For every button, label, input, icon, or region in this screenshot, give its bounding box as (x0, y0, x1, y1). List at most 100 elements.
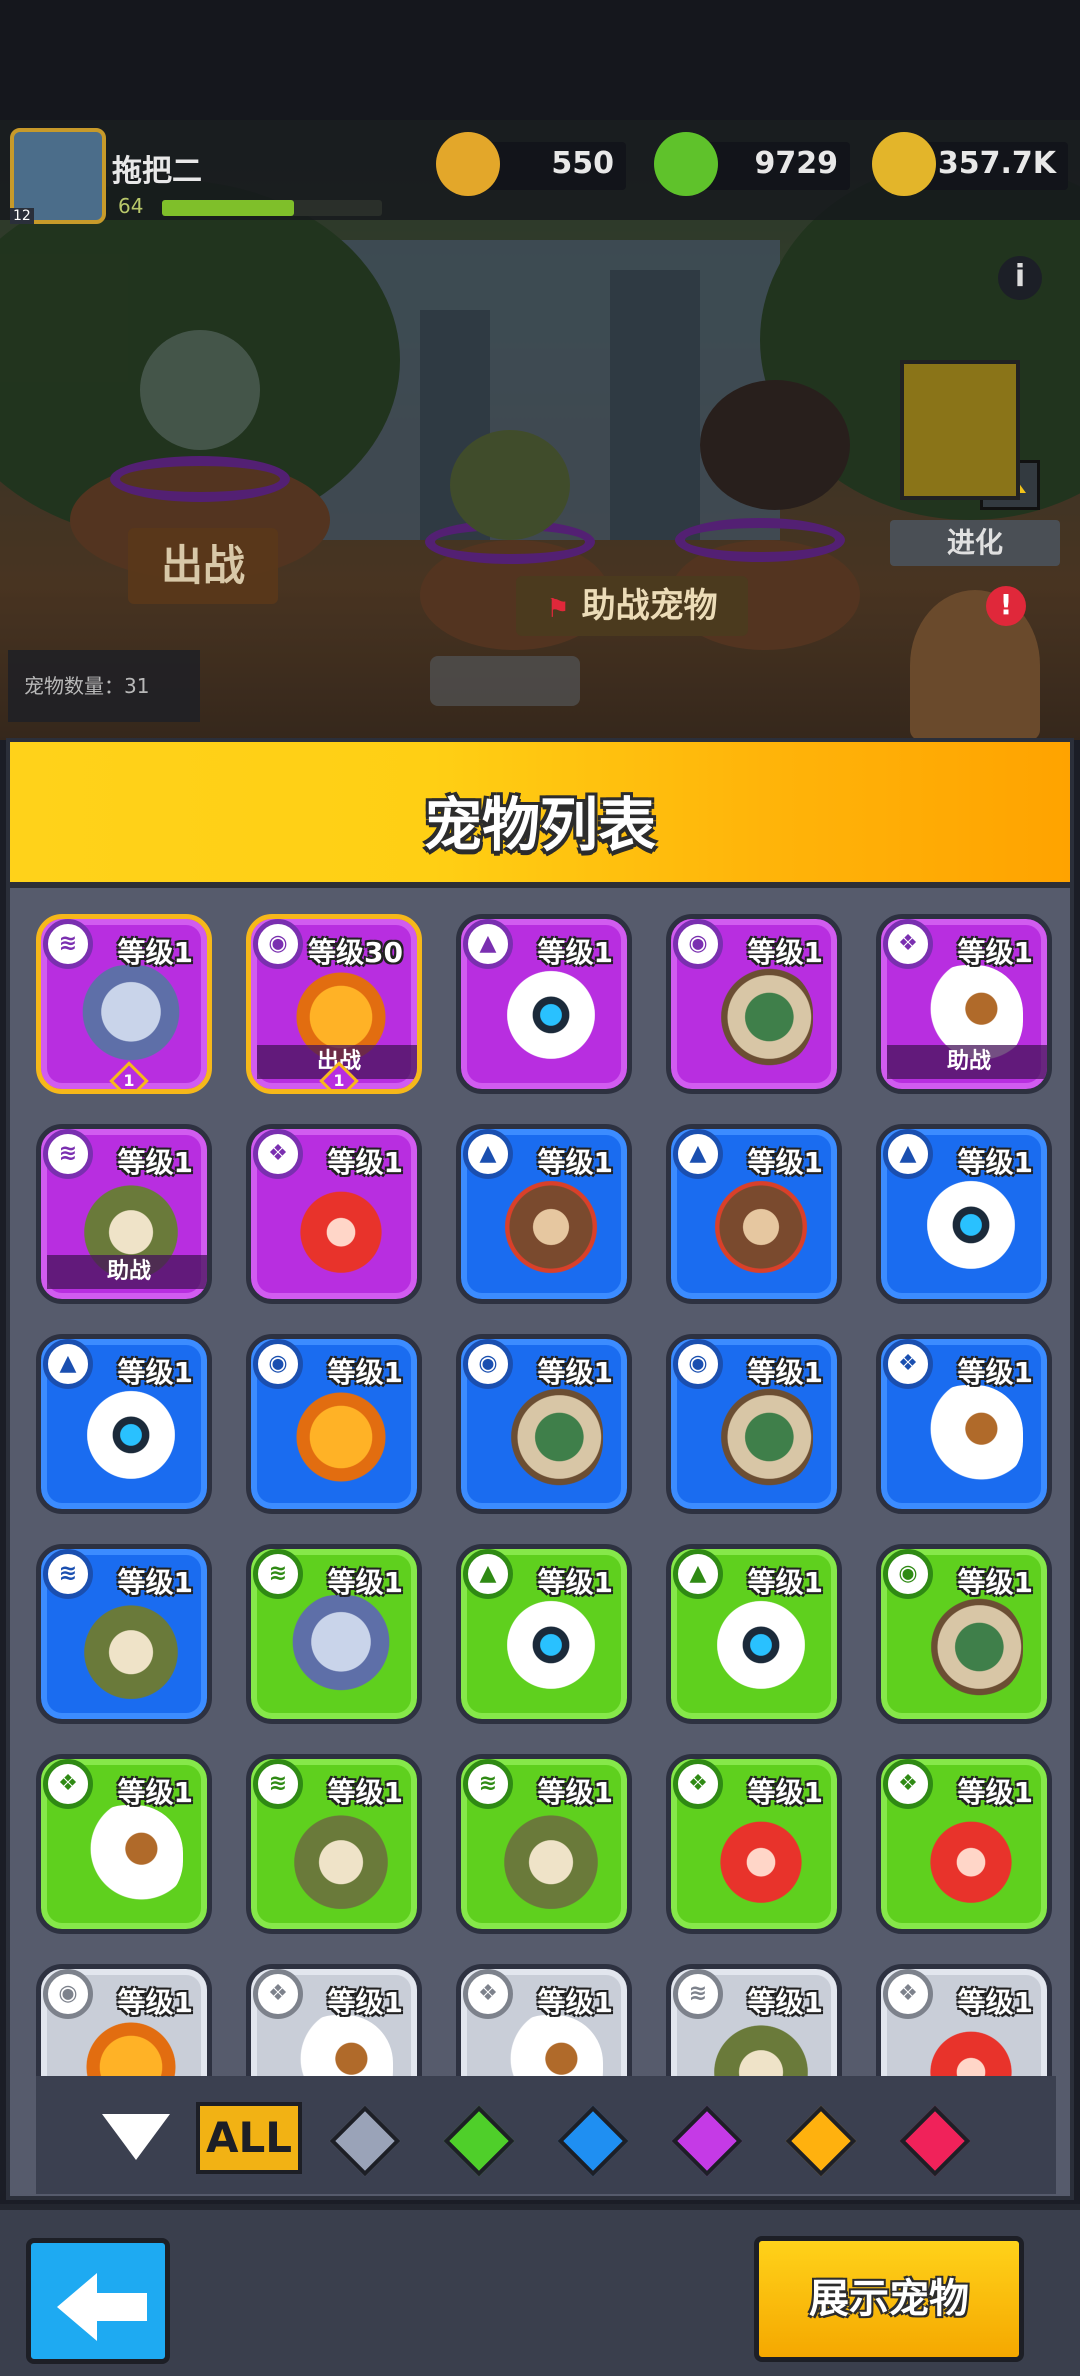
coins-type-icon: ≋ (43, 1549, 93, 1599)
back-arrow-shaft (93, 2293, 147, 2321)
pet-card[interactable]: ▲ 等级1 (456, 1124, 632, 1304)
gems-counter[interactable]: 9729 (654, 132, 850, 196)
pet-card[interactable]: ▲ 等级1 (666, 1124, 842, 1304)
pet-card[interactable]: ▲ 等级1 (36, 1334, 212, 1514)
pet-level: 等级1 (117, 1776, 193, 1809)
deploy-slot-button[interactable]: 出战 (128, 528, 278, 604)
rarity-filter-bar: ALL (36, 2076, 1056, 2194)
pet-card[interactable]: ≋ 等级1 (246, 1754, 422, 1934)
pet-card[interactable]: ▲ 等级1 (456, 914, 632, 1094)
fish-pet-icon (289, 1385, 393, 1489)
turtle-pet-icon (709, 1385, 813, 1489)
status-bar (0, 0, 1080, 120)
pet-status-tag: 助战 (47, 1255, 207, 1289)
player-avatar[interactable]: 12 (10, 128, 106, 224)
turtle-pet-icon (499, 1385, 603, 1489)
pet-level: 等级1 (957, 1566, 1033, 1599)
turtle-shell-type-icon: ◉ (253, 919, 303, 969)
pet-level: 等级1 (327, 1566, 403, 1599)
sort-toggle-icon[interactable] (102, 2114, 170, 2160)
evolve-button[interactable]: 进化 (890, 520, 1060, 566)
pet-level: 等级1 (747, 1566, 823, 1599)
cat-pet-icon (79, 965, 183, 1069)
coins-value: 550 (551, 146, 614, 181)
pet-level: 等级1 (957, 1776, 1033, 1809)
assist-pets-button[interactable]: ⚑ 助战宠物 (516, 576, 748, 636)
grey-gem-filter[interactable] (329, 2105, 401, 2177)
pet-card[interactable]: ❖ 等级1 (246, 1124, 422, 1304)
panel-header: 宠物列表 (10, 742, 1070, 888)
beast-type-icon: ▲ (463, 1549, 513, 1599)
crab-pet-icon (289, 1175, 393, 1279)
pet-level: 等级1 (747, 1356, 823, 1389)
pet-status-tag: 助战 (887, 1045, 1047, 1079)
frog-pet-icon (499, 1805, 603, 1909)
evolve-machine (900, 360, 1020, 500)
turtle-shell-type-icon: ◉ (883, 1549, 933, 1599)
pet-level: 等级1 (537, 1356, 613, 1389)
pet-card[interactable]: ▲ 等级1 (456, 1544, 632, 1724)
pet-card[interactable]: ≋ 等级1 助战 (36, 1124, 212, 1304)
show-pet-button[interactable]: 展示宠物 (754, 2236, 1024, 2362)
gold-counter[interactable]: 357.7K (872, 132, 1068, 196)
robot-pet-icon (499, 1595, 603, 1699)
eagle-pet-icon (919, 1385, 1023, 1489)
pet-level: 等级1 (327, 1146, 403, 1179)
orange-gem-filter[interactable] (785, 2105, 857, 2177)
robot-pet-icon (79, 1385, 183, 1489)
pet-card[interactable]: ◉ 等级1 (666, 914, 842, 1094)
pet-card[interactable]: ≋ 等级1 (246, 1544, 422, 1724)
coin-icon (436, 132, 500, 196)
bird-type-icon: ❖ (463, 1969, 513, 2019)
red-gem-filter[interactable] (899, 2105, 971, 2177)
pet-level: 等级1 (117, 1986, 193, 2019)
pet-level: 等级1 (117, 1146, 193, 1179)
turtle-pet-icon (919, 1595, 1023, 1699)
pet-card[interactable]: ◉ 等级1 (246, 1334, 422, 1514)
scene-placeholder-button[interactable] (430, 656, 580, 706)
xp-bar-fill (162, 200, 294, 216)
pet-level: 等级1 (327, 1776, 403, 1809)
pet-card[interactable]: ❖ 等级1 助战 (876, 914, 1052, 1094)
coins-counter[interactable]: 550 (436, 132, 626, 196)
pet-level: 等级1 (957, 1986, 1033, 2019)
pet-card[interactable]: ▲ 等级1 (666, 1544, 842, 1724)
pet-card[interactable]: ◉等级30出战1 (246, 914, 422, 1094)
pet-card[interactable]: ◉ 等级1 (456, 1334, 632, 1514)
coins-type-icon: ≋ (253, 1759, 303, 1809)
frog-pet-icon (79, 1595, 183, 1699)
beast-type-icon: ▲ (673, 1549, 723, 1599)
filter-all-button[interactable]: ALL (196, 2102, 302, 2174)
pet-card[interactable]: ❖ 等级1 (876, 1334, 1052, 1514)
crab-pet-icon (709, 1805, 813, 1909)
pet-level: 等级1 (747, 1986, 823, 2019)
star-rank-value: 1 (333, 1071, 345, 1090)
turtle-shell-type-icon: ◉ (673, 919, 723, 969)
pet-card[interactable]: ≋ 等级1 (456, 1754, 632, 1934)
pet-level: 等级1 (537, 936, 613, 969)
pet-level: 等级1 (747, 1776, 823, 1809)
turtle-shell-type-icon: ◉ (673, 1339, 723, 1389)
blue-gem-filter[interactable] (557, 2105, 629, 2177)
pet-level: 等级1 (747, 1146, 823, 1179)
info-icon[interactable]: i (998, 256, 1042, 300)
pet-card[interactable]: ❖ 等级1 (876, 1754, 1052, 1934)
pet-card[interactable]: ❖ 等级1 (666, 1754, 842, 1934)
player-hud: 12 拖把二 64 550 9729 357.7K (0, 120, 1080, 224)
back-arrow-icon (57, 2273, 97, 2341)
pet-card[interactable]: ≋ 等级1 (36, 1544, 212, 1724)
pet-level: 等级1 (117, 936, 193, 969)
beast-type-icon: ▲ (463, 919, 513, 969)
pet-card[interactable]: ≋ 等级1 1 (36, 914, 212, 1094)
pet-level: 等级1 (327, 1356, 403, 1389)
coins-type-icon: ≋ (43, 919, 93, 969)
bird-type-icon: ❖ (883, 1339, 933, 1389)
pet-card[interactable]: ▲ 等级1 (876, 1124, 1052, 1304)
purple-gem-filter[interactable] (671, 2105, 743, 2177)
pet-card[interactable]: ◉ 等级1 (666, 1334, 842, 1514)
back-button[interactable] (26, 2238, 170, 2364)
pet-card[interactable]: ❖ 等级1 (36, 1754, 212, 1934)
pet-grid: ≋等级11◉等级30出战1▲等级1◉等级1❖等级1助战≋等级1助战❖等级1▲等级… (36, 914, 1066, 2104)
pet-card[interactable]: ◉ 等级1 (876, 1544, 1052, 1724)
green-gem-filter[interactable] (443, 2105, 515, 2177)
